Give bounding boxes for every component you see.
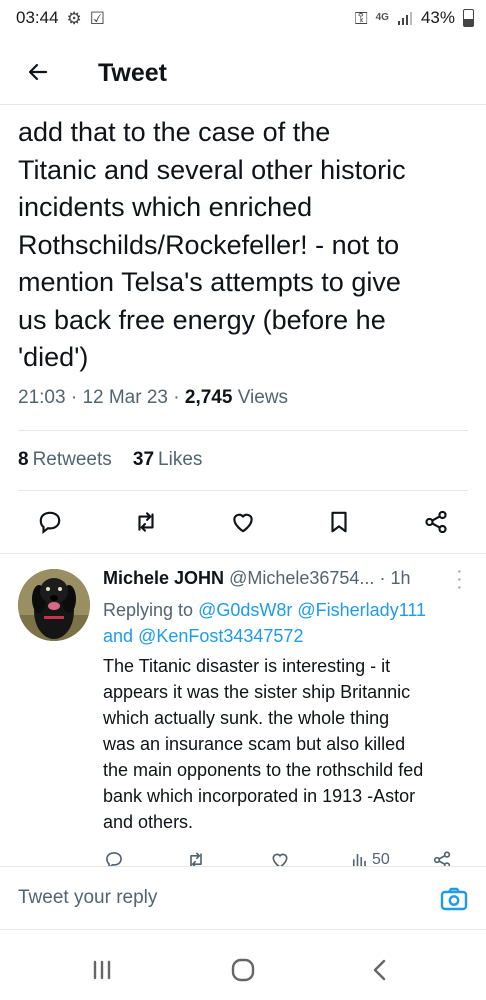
divider [0, 553, 486, 554]
retweets-label: Retweets [32, 449, 112, 470]
tweet-text-line: incidents which enriched [18, 192, 313, 222]
reply-text-line: and others. [103, 812, 194, 832]
divider [18, 430, 468, 431]
reply-author-handle[interactable]: @Michele36754... [229, 568, 374, 588]
avatar[interactable] [18, 569, 90, 641]
more-options-icon[interactable]: · · · [456, 561, 464, 597]
mention-link[interactable]: @KenFost34347572 [138, 626, 303, 646]
likes-stat[interactable]: 37 Likes [133, 449, 203, 470]
gear-icon: ⚙ [66, 8, 82, 28]
reply-composer[interactable]: Tweet your reply [0, 866, 486, 930]
reply-text-line: which actually sunk. the whole thing [103, 708, 390, 728]
reply-input-placeholder[interactable]: Tweet your reply [18, 887, 157, 909]
mention-link[interactable]: @G0dsW8r [198, 600, 292, 620]
page-title: Tweet [98, 59, 167, 87]
reply-action-bar: 50 [0, 848, 486, 868]
tweet-meta: 21:03 · 12 Mar 23 · 2,745 Views [18, 387, 289, 408]
nav-back-icon[interactable] [364, 954, 396, 986]
reply-text-line: was an insurance scam but also killed [103, 734, 406, 754]
vpn-key-icon: ⚿ [354, 8, 368, 28]
tweet-text-line: us back free energy (before he [18, 304, 386, 335]
divider [18, 490, 468, 491]
recent-apps-icon[interactable] [86, 954, 118, 986]
network-type: 4G [375, 12, 389, 23]
top-app-bar: Tweet [0, 40, 486, 105]
replying-prefix: Replying to [103, 600, 194, 620]
views-count: 2,745 [184, 387, 233, 408]
tweet-text-line: Titanic and several other historic [18, 154, 406, 185]
status-right: ⚿ 4G 43% [355, 8, 474, 28]
tweet-text-line: mention Telsa's attempts to give [18, 267, 401, 297]
back-arrow-icon[interactable] [20, 54, 56, 90]
tweet-text: add that to the case of the Titanic and … [18, 114, 468, 377]
replying-to: Replying to @G0dsW8r @Fisherlady111 and … [103, 597, 473, 649]
reply-author-name[interactable]: Michele JOHN [103, 568, 224, 588]
heart-icon[interactable] [227, 506, 259, 538]
camera-icon[interactable] [440, 886, 468, 912]
mention-link[interactable]: @Fisherlady111 [297, 600, 426, 620]
status-time: 03:44 [16, 8, 59, 27]
battery-percent: 43% [420, 8, 455, 27]
reply-icon[interactable] [34, 506, 66, 538]
views-label[interactable]: Views [238, 387, 288, 408]
tweet-stats: 8 Retweets 37 Likes [18, 449, 202, 471]
reply-text-line: the main opponents to the rothschild fed [103, 760, 424, 780]
reply-text-line: appears it was the sister ship Britannic [103, 682, 411, 702]
status-left: 03:44 ⚙ ☑ [16, 8, 105, 28]
reply-time: 1h [390, 568, 411, 588]
system-nav-bar [0, 938, 486, 1000]
retweets-stat[interactable]: 8 Retweets [18, 449, 112, 470]
reply-dot: · [379, 568, 386, 588]
tweet-text-line: add that to the case of the [18, 117, 331, 147]
status-bar: 03:44 ⚙ ☑ ⚿ 4G 43% [0, 0, 486, 36]
reply-text: The Titanic disaster is interesting - it… [103, 653, 473, 835]
tweet-date: 12 Mar 23 [82, 387, 168, 408]
tweet-action-bar [0, 502, 486, 542]
reply-text-line: bank which incorporated in 1913 -Astor [103, 786, 416, 806]
battery-icon [463, 9, 474, 27]
reply-header: Michele JOHN @Michele36754... · 1h [103, 568, 473, 589]
retweets-count: 8 [18, 449, 29, 470]
tweet-time: 21:03 [18, 387, 66, 408]
share-icon[interactable] [420, 506, 452, 538]
checkbox-notification-icon: ☑ [89, 8, 106, 28]
tweet-text-line: 'died') [18, 342, 89, 372]
retweet-icon[interactable] [130, 506, 162, 538]
likes-label: Likes [158, 449, 203, 470]
bookmark-icon[interactable] [323, 506, 355, 538]
signal-icon [397, 12, 412, 25]
tweet-text-line: Rothschilds/Rockefeller! - not to [18, 229, 400, 260]
and-word: and [103, 626, 134, 646]
home-icon[interactable] [227, 954, 259, 986]
reply-text-line: The Titanic disaster is interesting - it [103, 656, 391, 676]
likes-count: 37 [132, 449, 155, 470]
